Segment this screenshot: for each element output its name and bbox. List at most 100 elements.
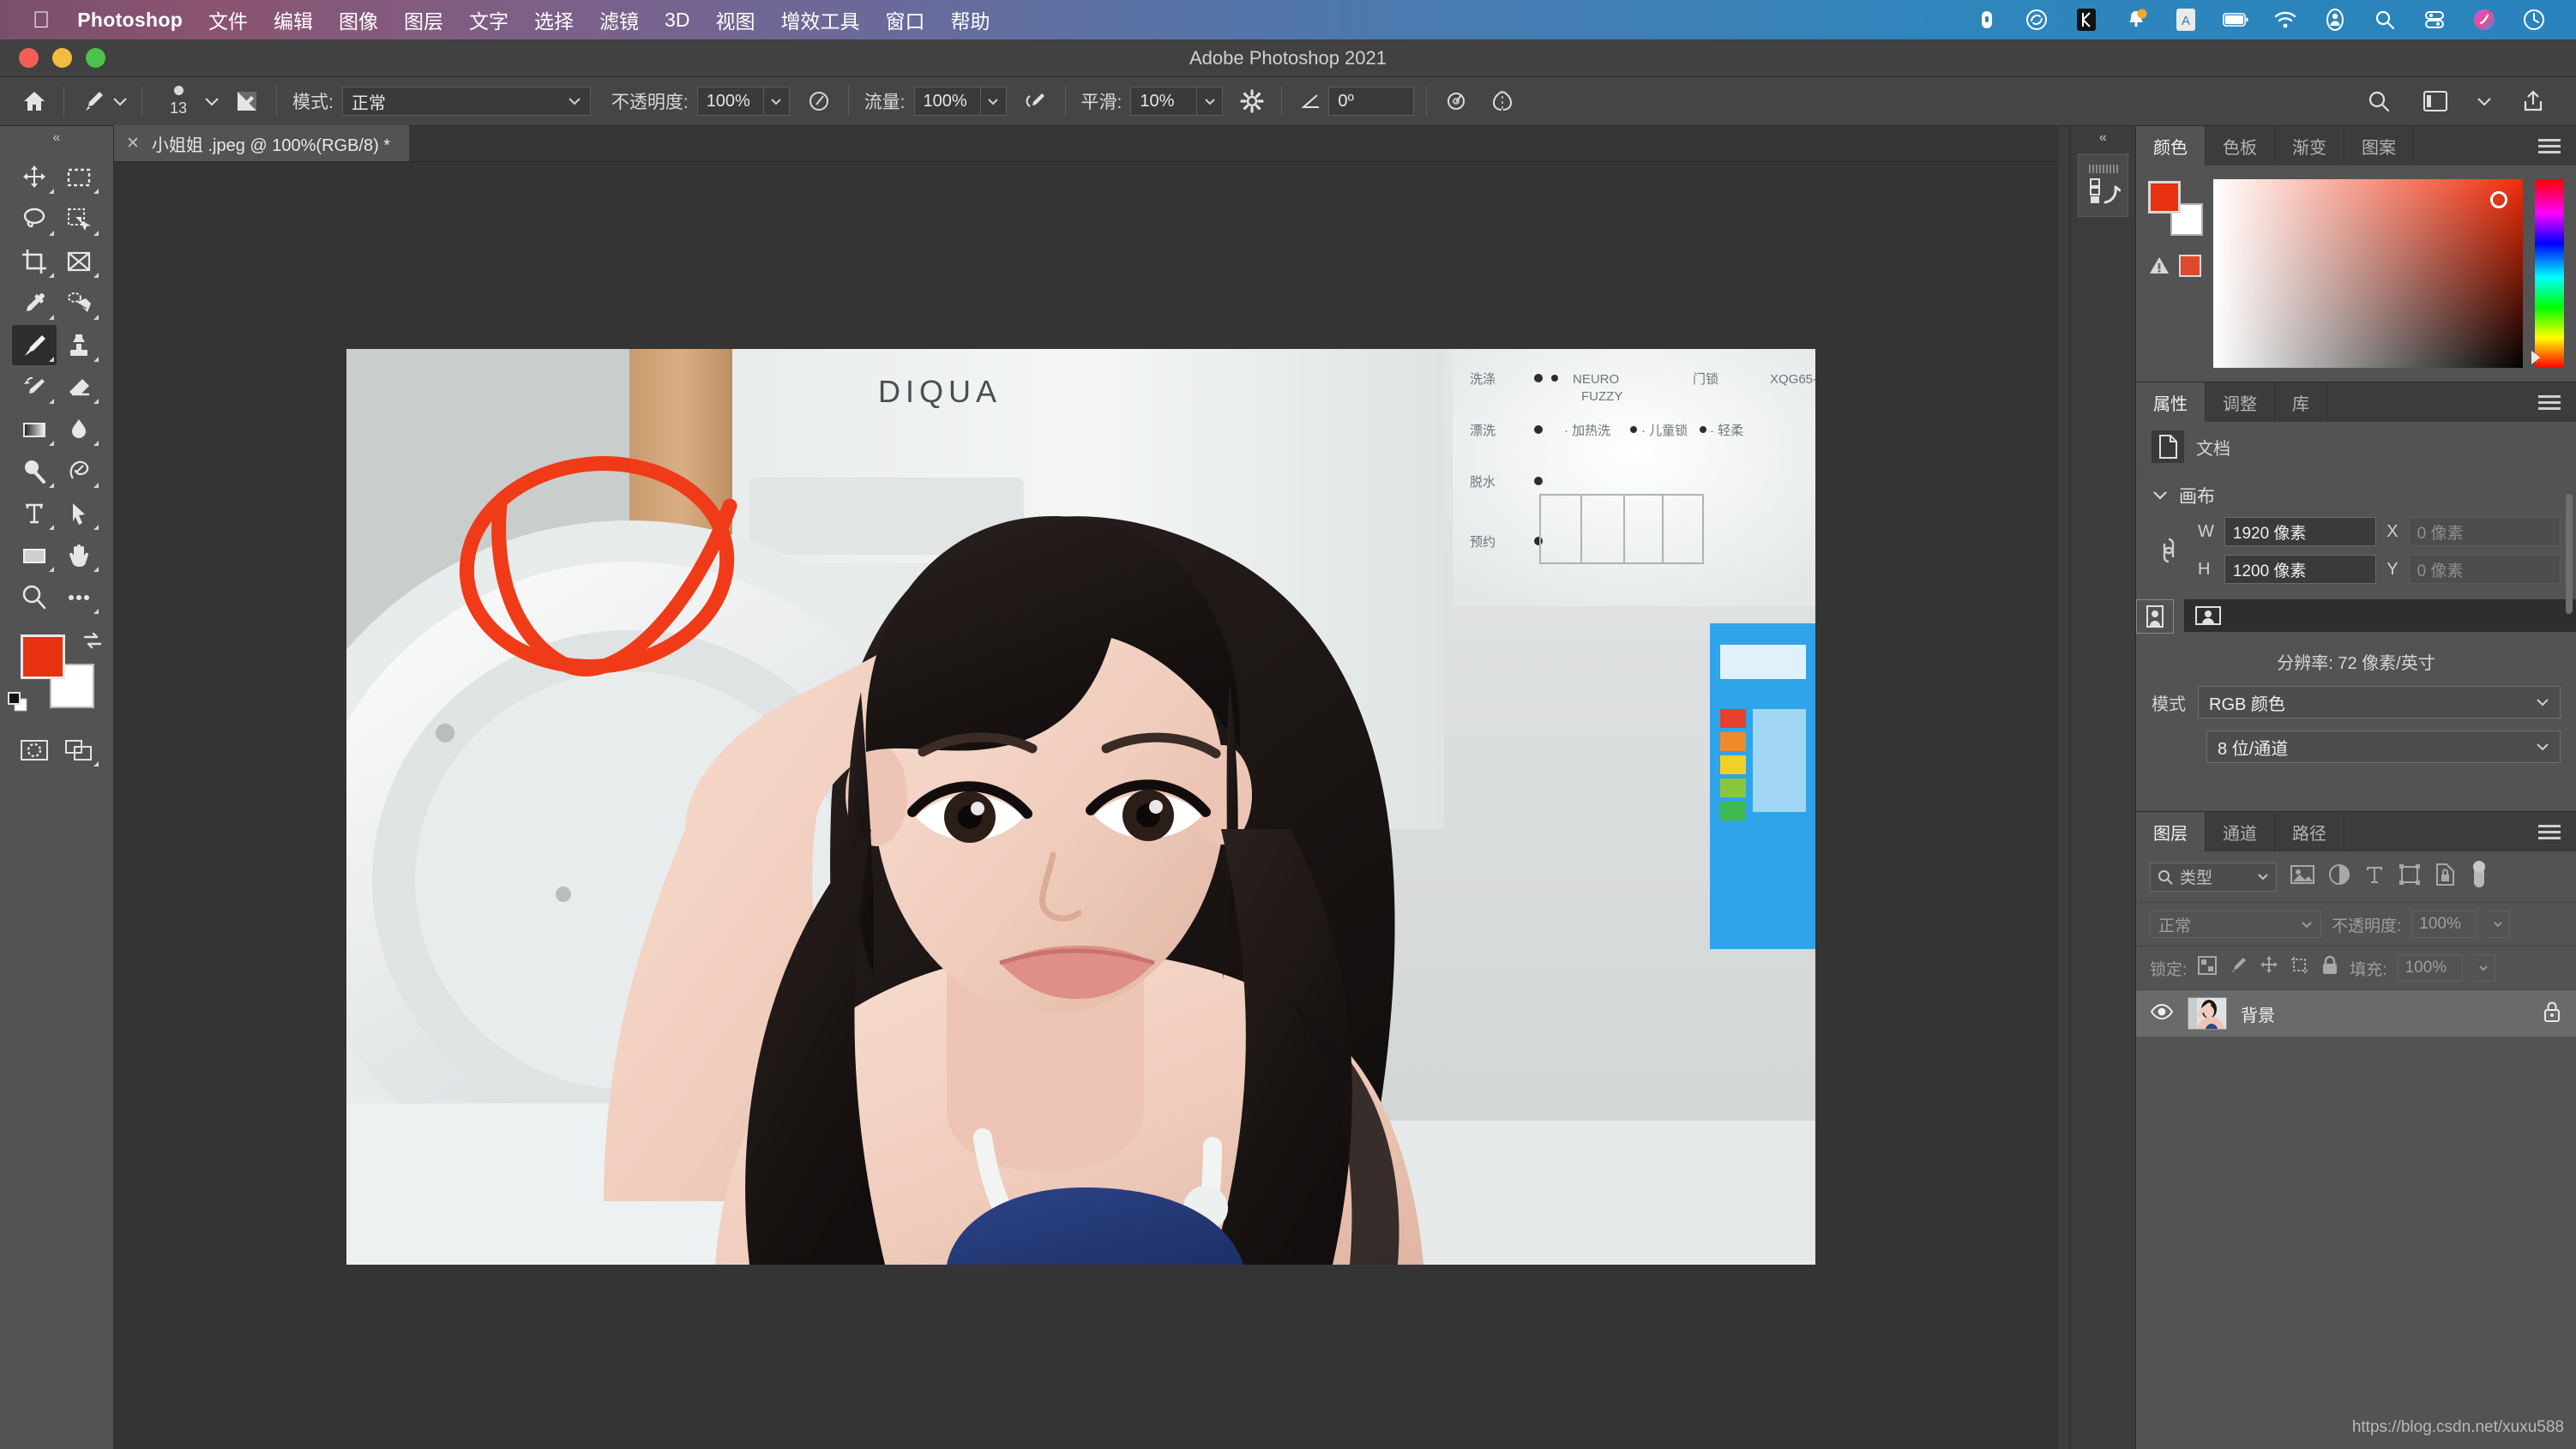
dodge-tool[interactable] (12, 451, 57, 491)
screen-mode-icon[interactable] (57, 730, 101, 770)
hue-slider-marker[interactable] (2531, 351, 2540, 364)
menu-item-layer[interactable]: 图层 (404, 5, 443, 34)
app-k-icon[interactable] (2073, 7, 2099, 33)
share-icon[interactable] (2516, 84, 2550, 118)
layer-filter-type-select[interactable]: 类型 (2150, 862, 2277, 892)
hue-slider[interactable] (2531, 179, 2564, 368)
color-field-cursor[interactable] (2490, 191, 2507, 208)
siri-icon[interactable] (2471, 7, 2497, 33)
pressure-opacity-icon[interactable] (802, 84, 836, 118)
control-center-icon[interactable] (2422, 7, 2447, 33)
layer-opacity-stepper[interactable] (2487, 911, 2510, 938)
path-selection-tool[interactable] (57, 493, 101, 533)
airbrush-icon[interactable] (1019, 84, 1053, 118)
quick-selection-tool[interactable] (57, 199, 101, 239)
chevron-down-icon[interactable] (2475, 92, 2494, 111)
menu-app-name[interactable]: Photoshop (77, 9, 183, 32)
filter-toggle-icon[interactable] (2469, 860, 2489, 893)
menu-item-select[interactable]: 选择 (534, 5, 574, 34)
portrait-orientation-icon[interactable] (2136, 599, 2174, 634)
layer-thumbnail[interactable] (2188, 997, 2227, 1030)
opacity-stepper[interactable] (763, 87, 790, 116)
type-tool[interactable] (12, 493, 57, 533)
history-brush-tool[interactable] (12, 367, 57, 407)
move-tool[interactable] (12, 157, 57, 197)
layer-name[interactable]: 背景 (2241, 1001, 2275, 1026)
tab-properties[interactable]: 属性 (2136, 382, 2206, 422)
panel-grip-handle[interactable] (2088, 165, 2118, 173)
flow-input[interactable]: 100% (913, 87, 981, 116)
menu-item-window[interactable]: 窗口 (885, 5, 924, 34)
tab-libraries[interactable]: 库 (2275, 382, 2327, 422)
menu-item-view[interactable]: 视图 (715, 5, 755, 34)
layer-fill-stepper[interactable] (2472, 954, 2495, 982)
lock-icon[interactable] (2542, 1001, 2562, 1027)
tab-gradients[interactable]: 渐变 (2275, 126, 2344, 165)
zoom-tool[interactable] (12, 577, 57, 617)
hand-tool[interactable] (57, 535, 101, 575)
spot-healing-tool[interactable] (57, 283, 101, 323)
bit-depth-select[interactable]: 8 位/通道 (2206, 731, 2561, 763)
home-icon[interactable] (17, 84, 51, 118)
brush-preset-icon[interactable] (230, 84, 264, 118)
angle-input[interactable]: 0º (1328, 87, 1415, 116)
brush-size-chevron-icon[interactable] (202, 92, 221, 111)
menu-item-type[interactable]: 文字 (469, 5, 509, 34)
canvas-section-header[interactable]: 画布 (2136, 472, 2576, 512)
table-row[interactable]: 背景 (2136, 990, 2576, 1037)
lock-transparency-icon[interactable] (2197, 955, 2218, 981)
collapse-right-icon[interactable]: « (2071, 126, 2135, 150)
color-panel-foreground-swatch[interactable] (2148, 181, 2181, 213)
menu-item-plugins[interactable]: 增效工具 (780, 5, 859, 34)
tab-layers[interactable]: 图层 (2136, 812, 2206, 851)
lock-all-icon[interactable] (2320, 955, 2339, 981)
brush-tool[interactable] (12, 325, 57, 365)
bell-icon[interactable] (2123, 7, 2149, 33)
gear-icon[interactable] (1235, 84, 1269, 118)
canvas-area[interactable]: DIQUA 洗涤 NEURO FUZZY 门锁 XQG65-F2 漂洗 · 加热洗 · 儿… (114, 162, 2058, 1449)
symmetry-icon[interactable] (1485, 84, 1520, 118)
battery-icon[interactable] (2223, 7, 2248, 33)
eye-icon[interactable] (2150, 1003, 2174, 1025)
collapse-left-icon[interactable]: « (0, 126, 113, 150)
width-input[interactable]: 1920 像素 (2224, 517, 2377, 546)
menu-item-file[interactable]: 文件 (208, 5, 248, 34)
document-tab[interactable]: ✕ 小姐姐 .jpeg @ 100%(RGB/8) * (114, 125, 410, 161)
tab-patterns[interactable]: 图案 (2344, 126, 2414, 165)
shape-layer-filter-icon[interactable] (2398, 863, 2421, 890)
smart-object-filter-icon[interactable] (2435, 863, 2455, 890)
layer-list[interactable]: 背景 https://blog.csdn.net/xuxu588 (2136, 990, 2576, 1449)
panel-menu-icon[interactable] (2523, 126, 2576, 165)
blend-mode-select[interactable]: 正常 (341, 87, 591, 116)
menu-item-edit[interactable]: 编辑 (274, 5, 313, 34)
quick-mask-icon[interactable] (12, 730, 57, 770)
menu-item-3d[interactable]: 3D (665, 9, 689, 32)
color-mode-select[interactable]: RGB 颜色 (2198, 686, 2561, 718)
type-layer-filter-icon[interactable] (2364, 864, 2385, 889)
link-chain-icon[interactable] (2152, 532, 2186, 568)
opacity-input[interactable]: 100% (696, 87, 764, 116)
smoothing-input[interactable]: 10% (1130, 87, 1198, 116)
edit-toolbar-ellipsis-icon[interactable] (57, 577, 101, 617)
wifi-icon[interactable] (2272, 7, 2298, 33)
pressure-size-icon[interactable] (1439, 84, 1473, 118)
flow-stepper[interactable] (980, 87, 1007, 116)
gamut-warning-row[interactable] (2148, 255, 2201, 277)
search-icon[interactable] (2362, 84, 2396, 118)
height-input[interactable]: 1200 像素 (2224, 555, 2377, 584)
menu-item-help[interactable]: 帮助 (950, 5, 990, 34)
document-image[interactable]: DIQUA 洗涤 NEURO FUZZY 门锁 XQG65-F2 漂洗 · 加热洗 · 儿… (346, 349, 1815, 1265)
time-machine-icon[interactable] (2521, 7, 2547, 33)
tab-channels[interactable]: 通道 (2206, 812, 2275, 851)
creative-cloud-icon[interactable] (2024, 7, 2049, 33)
layer-opacity-value[interactable]: 100% (2411, 911, 2477, 938)
history-panel-button[interactable] (2078, 153, 2128, 217)
crop-tool[interactable] (12, 241, 57, 281)
brush-preset-chevron-icon[interactable] (111, 92, 129, 111)
brush-tool-icon[interactable] (76, 84, 111, 118)
brush-size-indicator[interactable]: 13 (154, 85, 202, 117)
menu-item-image[interactable]: 图像 (339, 5, 378, 34)
layer-blend-mode-select[interactable]: 正常 (2150, 911, 2321, 938)
workspace-icon[interactable] (2418, 84, 2453, 118)
menu-item-filter[interactable]: 滤镜 (599, 5, 639, 34)
